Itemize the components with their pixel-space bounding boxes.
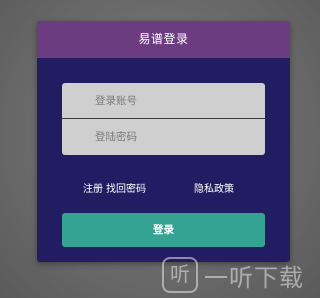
dialog-title: 易谱登录 (37, 21, 290, 58)
forgot-password-link[interactable]: 找回密码 (106, 180, 146, 195)
watermark-text: 一听下载 (204, 263, 304, 292)
watermark-logo-icon: 听 (162, 257, 198, 293)
login-dialog: 易谱登录 注册 找回密码 隐私政策 登录 (37, 21, 290, 262)
login-button[interactable]: 登录 (62, 213, 265, 247)
watermark: 听 一听下载 (162, 256, 304, 294)
password-input[interactable] (62, 119, 265, 155)
account-input[interactable] (62, 83, 265, 119)
privacy-policy-link[interactable]: 隐私政策 (194, 180, 234, 195)
register-link[interactable]: 注册 (83, 180, 103, 195)
